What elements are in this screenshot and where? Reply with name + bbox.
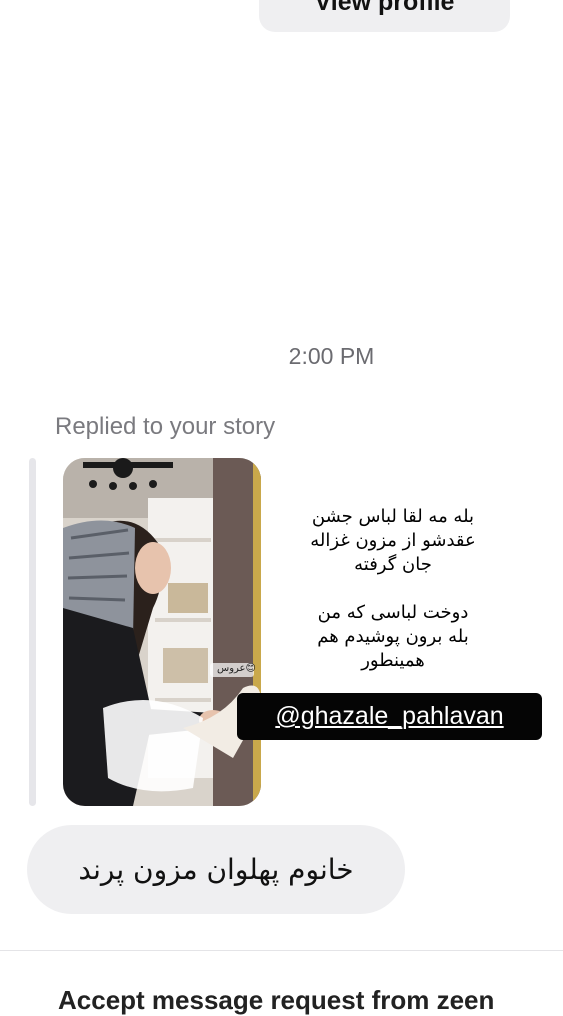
replied-to-story-label: Replied to your story: [55, 413, 276, 440]
story-thumbnail[interactable]: عروس😊: [63, 458, 261, 806]
story-caption: بله مه لقا لباس جشن عقدشو از مزون غزاله …: [268, 505, 518, 673]
reply-indicator-bar: [29, 458, 36, 806]
story-caption-line: بله برون پوشیدم هم: [317, 626, 469, 647]
story-caption-line: جان گرفته: [354, 554, 432, 575]
story-caption-line: دوخت لباسی که من: [317, 602, 469, 623]
story-image: [63, 458, 261, 806]
mention-tag[interactable]: @ghazale_pahlavan: [237, 693, 542, 740]
story-caption-line: همینطور: [361, 650, 425, 671]
message-bubble[interactable]: خانوم پهلوان مزون پرند: [27, 825, 405, 914]
message-timestamp: 2:00 PM: [288, 343, 375, 369]
view-profile-button[interactable]: View profile: [259, 0, 510, 32]
divider: [0, 950, 563, 951]
story-sticker: عروس😊: [217, 663, 256, 674]
story-caption-line: عقدشو از مزون غزاله: [310, 530, 476, 551]
story-caption-line: بله مه لقا لباس جشن: [311, 506, 475, 527]
accept-request-text: Accept message request from zeen: [58, 985, 495, 1015]
